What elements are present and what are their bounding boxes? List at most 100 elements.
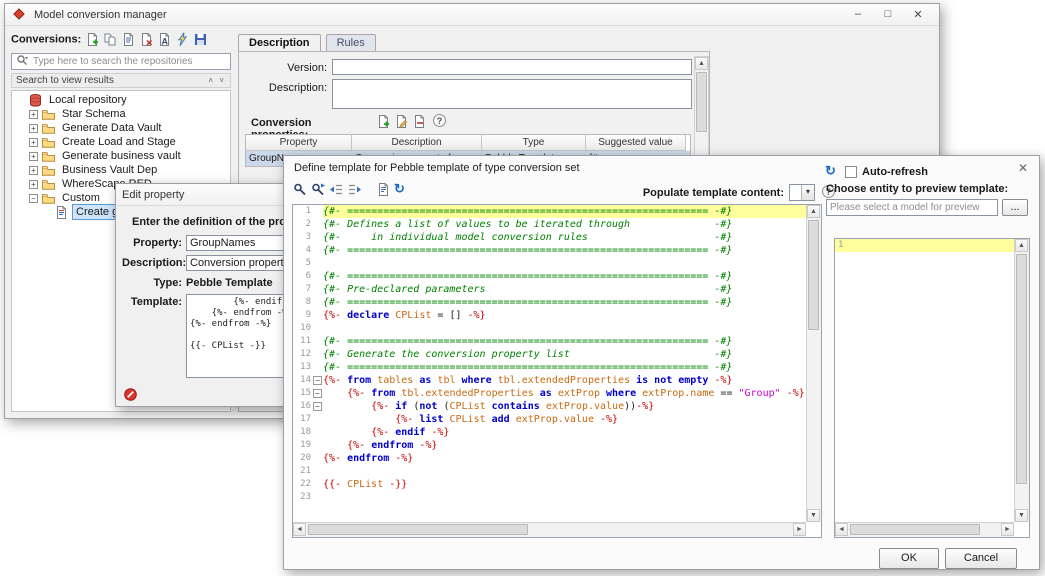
code-line[interactable]: 21: [293, 465, 806, 478]
code-line[interactable]: 2{#- Defines a list of values to be iter…: [293, 218, 806, 231]
ok-button[interactable]: OK: [879, 548, 939, 569]
code-lines[interactable]: 1{#- ===================================…: [293, 205, 806, 522]
editor-scroll-left-icon[interactable]: [293, 523, 306, 536]
expander-icon[interactable]: +: [29, 166, 38, 175]
dropdown-arrow-icon[interactable]: ▾: [801, 185, 814, 200]
editor-vertical-scrollbar[interactable]: [806, 205, 821, 522]
code-line[interactable]: 14−{%- from tables as tbl where tbl.exte…: [293, 374, 806, 387]
tree-item[interactable]: +Star Schema: [12, 107, 230, 121]
editor-scroll-up-icon[interactable]: [807, 205, 820, 218]
code-line[interactable]: 4{#- ===================================…: [293, 244, 806, 257]
code-line[interactable]: 23: [293, 491, 806, 504]
collapse-up-icon[interactable]: ˄: [208, 76, 215, 85]
dialog-close-icon[interactable]: ✕: [1015, 160, 1031, 176]
add-property-icon[interactable]: [376, 114, 392, 129]
find-icon[interactable]: [293, 182, 309, 197]
save-conversion-icon[interactable]: [193, 32, 209, 47]
code-line[interactable]: 13{#- ==================================…: [293, 361, 806, 374]
delete-conversion-icon[interactable]: [139, 32, 155, 47]
code-line[interactable]: 16− {%- if (not (CPList contains extProp…: [293, 400, 806, 413]
tree-item[interactable]: +Generate business vault: [12, 149, 230, 163]
column-header[interactable]: Description: [352, 135, 482, 151]
editor-scroll-down-icon[interactable]: [807, 509, 820, 522]
preview-scroll-up-icon[interactable]: [1015, 239, 1028, 252]
preview-hscroll-thumb[interactable]: [850, 524, 980, 535]
duplicate-conversion-icon[interactable]: [121, 32, 137, 47]
close-button[interactable]: ✕: [903, 8, 933, 21]
column-header[interactable]: Suggested value: [586, 135, 686, 151]
editor-horizontal-scrollbar[interactable]: [293, 522, 806, 537]
expander-icon[interactable]: +: [29, 124, 38, 133]
expander-icon[interactable]: +: [29, 138, 38, 147]
scrollbar-thumb[interactable]: [696, 72, 707, 132]
code-line[interactable]: 3{#- in individual model conversion rule…: [293, 231, 806, 244]
code-line[interactable]: 17 {%- list CPList add extProp.value -%}: [293, 413, 806, 426]
populate-template-dropdown[interactable]: ▾: [789, 184, 815, 201]
type-value[interactable]: Pebble Template: [186, 277, 273, 289]
version-input[interactable]: [332, 59, 692, 75]
expander-icon[interactable]: +: [29, 152, 38, 161]
preview-vertical-scrollbar[interactable]: [1014, 239, 1029, 522]
tree-item[interactable]: +Generate Data Vault: [12, 121, 230, 135]
code-line[interactable]: 11{#- ==================================…: [293, 335, 806, 348]
tree-item[interactable]: +Create Load and Stage: [12, 135, 230, 149]
code-line[interactable]: 15− {%- from tbl.extendedProperties as e…: [293, 387, 806, 400]
preview-horizontal-scrollbar[interactable]: [835, 522, 1014, 537]
preview-scroll-down-icon[interactable]: [1015, 509, 1028, 522]
validate-conversion-icon[interactable]: [175, 32, 191, 47]
editor-scroll-right-icon[interactable]: [793, 523, 806, 536]
expander-icon[interactable]: +: [29, 110, 38, 119]
fold-marker-icon[interactable]: −: [313, 376, 322, 385]
preview-vscroll-thumb[interactable]: [1016, 254, 1027, 484]
expander-icon[interactable]: +: [29, 180, 38, 189]
remove-property-icon[interactable]: [412, 114, 428, 129]
template-code-editor[interactable]: 1{#- ===================================…: [292, 204, 822, 538]
fold-marker-icon[interactable]: −: [313, 389, 322, 398]
code-line[interactable]: 19 {%- endfrom -%}: [293, 439, 806, 452]
tab-description[interactable]: Description: [238, 34, 321, 51]
code-line[interactable]: 7{#- Pre-declared parameters -#}: [293, 283, 806, 296]
help-icon[interactable]: ?: [433, 114, 446, 127]
minimize-button[interactable]: –: [843, 8, 873, 21]
preview-scroll-left-icon[interactable]: [835, 523, 848, 536]
maximize-button[interactable]: □: [873, 8, 903, 21]
column-header[interactable]: Property: [246, 135, 352, 151]
tree-item[interactable]: Local repository: [12, 93, 230, 107]
code-line[interactable]: 9{%- declare CPList = [] -%}: [293, 309, 806, 322]
column-header[interactable]: Type: [482, 135, 586, 151]
code-line[interactable]: 8{#- ===================================…: [293, 296, 806, 309]
code-line[interactable]: 5: [293, 257, 806, 270]
auto-refresh-checkbox[interactable]: [845, 166, 857, 178]
code-line[interactable]: 18 {%- endif -%}: [293, 426, 806, 439]
find-next-icon[interactable]: [311, 182, 327, 197]
refresh-editor-icon[interactable]: ↻: [394, 182, 410, 197]
description-input[interactable]: [332, 79, 692, 109]
repository-search-input[interactable]: Type here to search the repositories: [11, 53, 231, 70]
rename-conversion-icon[interactable]: A: [157, 32, 173, 47]
expand-down-icon[interactable]: ˅: [219, 76, 226, 85]
code-line[interactable]: 1{#- ===================================…: [293, 205, 806, 218]
scroll-up-icon[interactable]: [695, 57, 708, 70]
code-line[interactable]: 6{#- ===================================…: [293, 270, 806, 283]
preview-template-icon[interactable]: [376, 182, 392, 197]
tree-item[interactable]: +Business Vault Dep: [12, 163, 230, 177]
refresh-preview-icon[interactable]: ↻: [825, 164, 839, 179]
preview-scroll-right-icon[interactable]: [1001, 523, 1014, 536]
fold-marker-icon[interactable]: −: [313, 402, 322, 411]
expander-icon[interactable]: −: [29, 194, 38, 203]
code-line[interactable]: 22{{- CPList -}}: [293, 478, 806, 491]
code-line[interactable]: 20{%- endfrom -%}: [293, 452, 806, 465]
new-conversion-icon[interactable]: [85, 32, 101, 47]
template-preview-pane[interactable]: 1: [834, 238, 1030, 538]
editor-hscroll-thumb[interactable]: [308, 524, 528, 535]
entity-preview-input[interactable]: Please select a model for preview: [826, 199, 998, 216]
tab-rules[interactable]: Rules: [326, 34, 376, 51]
copy-conversion-icon[interactable]: [103, 32, 119, 47]
editor-vscroll-thumb[interactable]: [808, 220, 819, 330]
code-line[interactable]: 10: [293, 322, 806, 335]
browse-model-button[interactable]: ...: [1002, 199, 1028, 216]
cancel-button[interactable]: Cancel: [945, 548, 1017, 569]
edit-property-icon[interactable]: [394, 114, 410, 129]
code-line[interactable]: 12{#- Generate the conversion property l…: [293, 348, 806, 361]
shift-right-icon[interactable]: [347, 182, 363, 197]
